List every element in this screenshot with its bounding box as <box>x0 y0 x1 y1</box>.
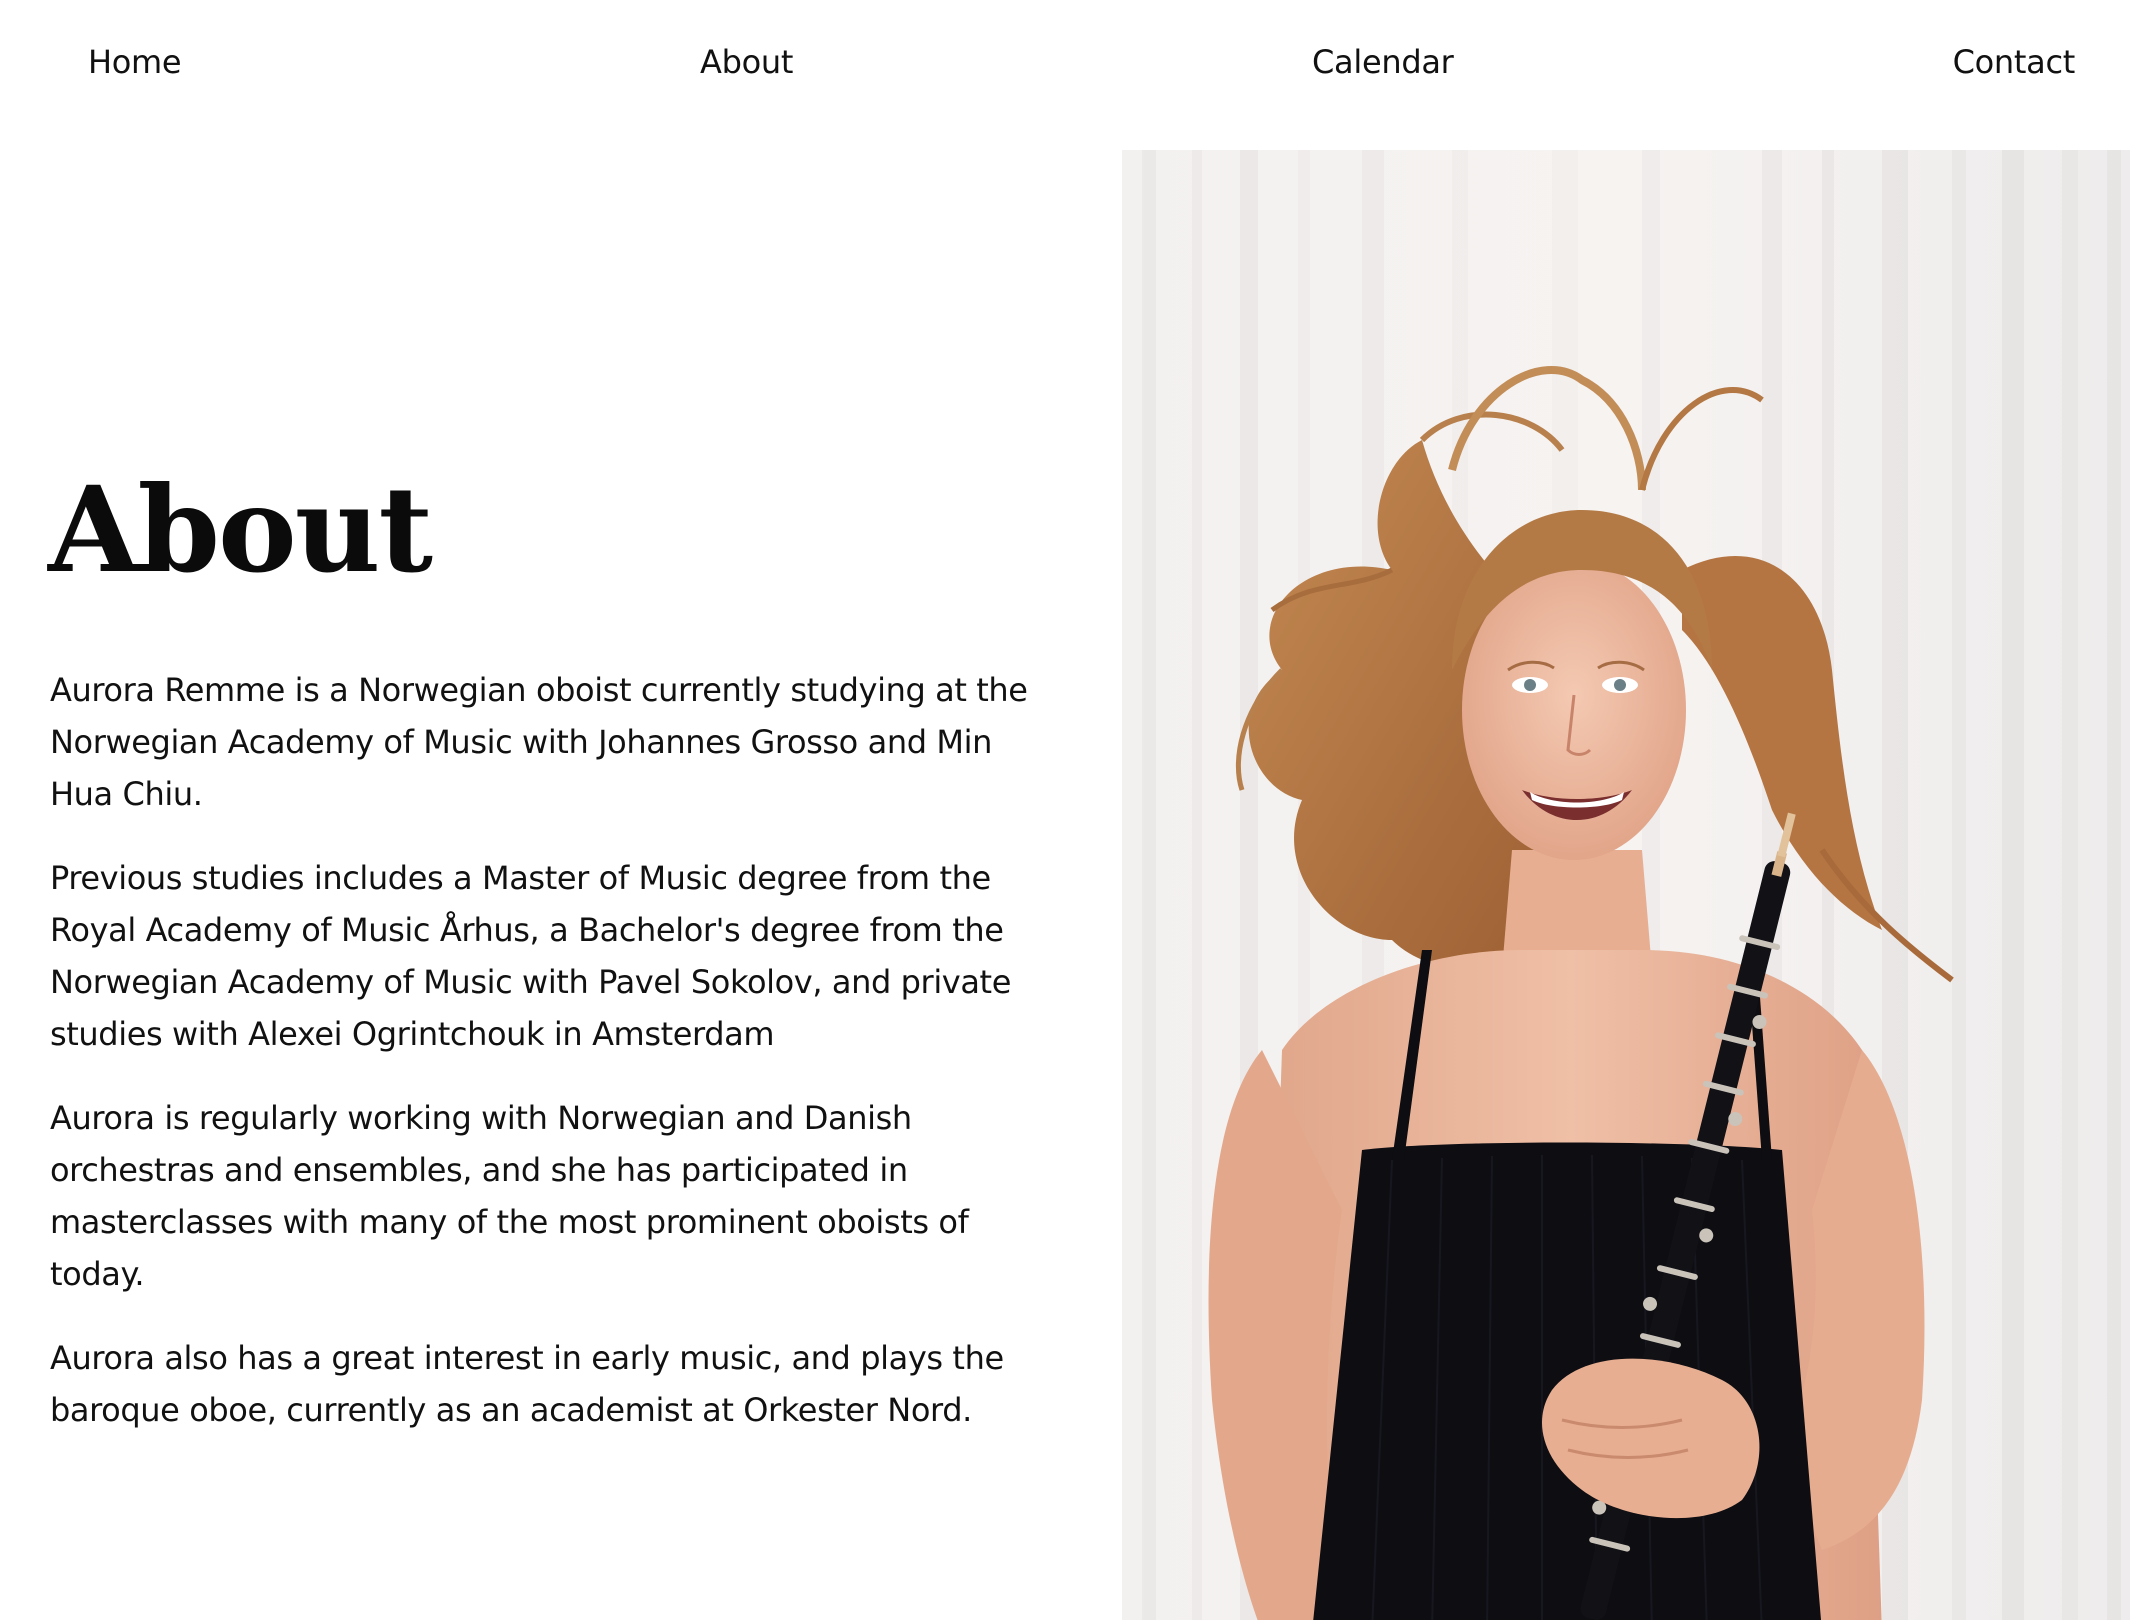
page-title: About <box>48 460 433 599</box>
nav-link-contact[interactable]: Contact <box>1953 42 2076 82</box>
bio-paragraph-2: Previous studies includes a Master of Mu… <box>50 859 1011 1053</box>
portrait-photo <box>1122 150 2130 1620</box>
about-content: About Aurora Remme is a Norwegian oboist… <box>48 460 1060 1468</box>
about-page: Home About Calendar Contact About Aurora… <box>0 0 2156 1620</box>
bio-paragraph-1: Aurora Remme is a Norwegian oboist curre… <box>50 671 1028 813</box>
bio-paragraph-3: Aurora is regularly working with Norwegi… <box>50 1099 969 1293</box>
main-nav: Home About Calendar Contact <box>0 0 2156 130</box>
nav-link-calendar[interactable]: Calendar <box>1312 42 1454 82</box>
bio-text: Aurora Remme is a Norwegian oboist curre… <box>50 664 1060 1436</box>
nav-link-about[interactable]: About <box>700 42 793 82</box>
nav-link-home[interactable]: Home <box>88 42 182 82</box>
bio-paragraph-4: Aurora also has a great interest in earl… <box>50 1339 1004 1429</box>
